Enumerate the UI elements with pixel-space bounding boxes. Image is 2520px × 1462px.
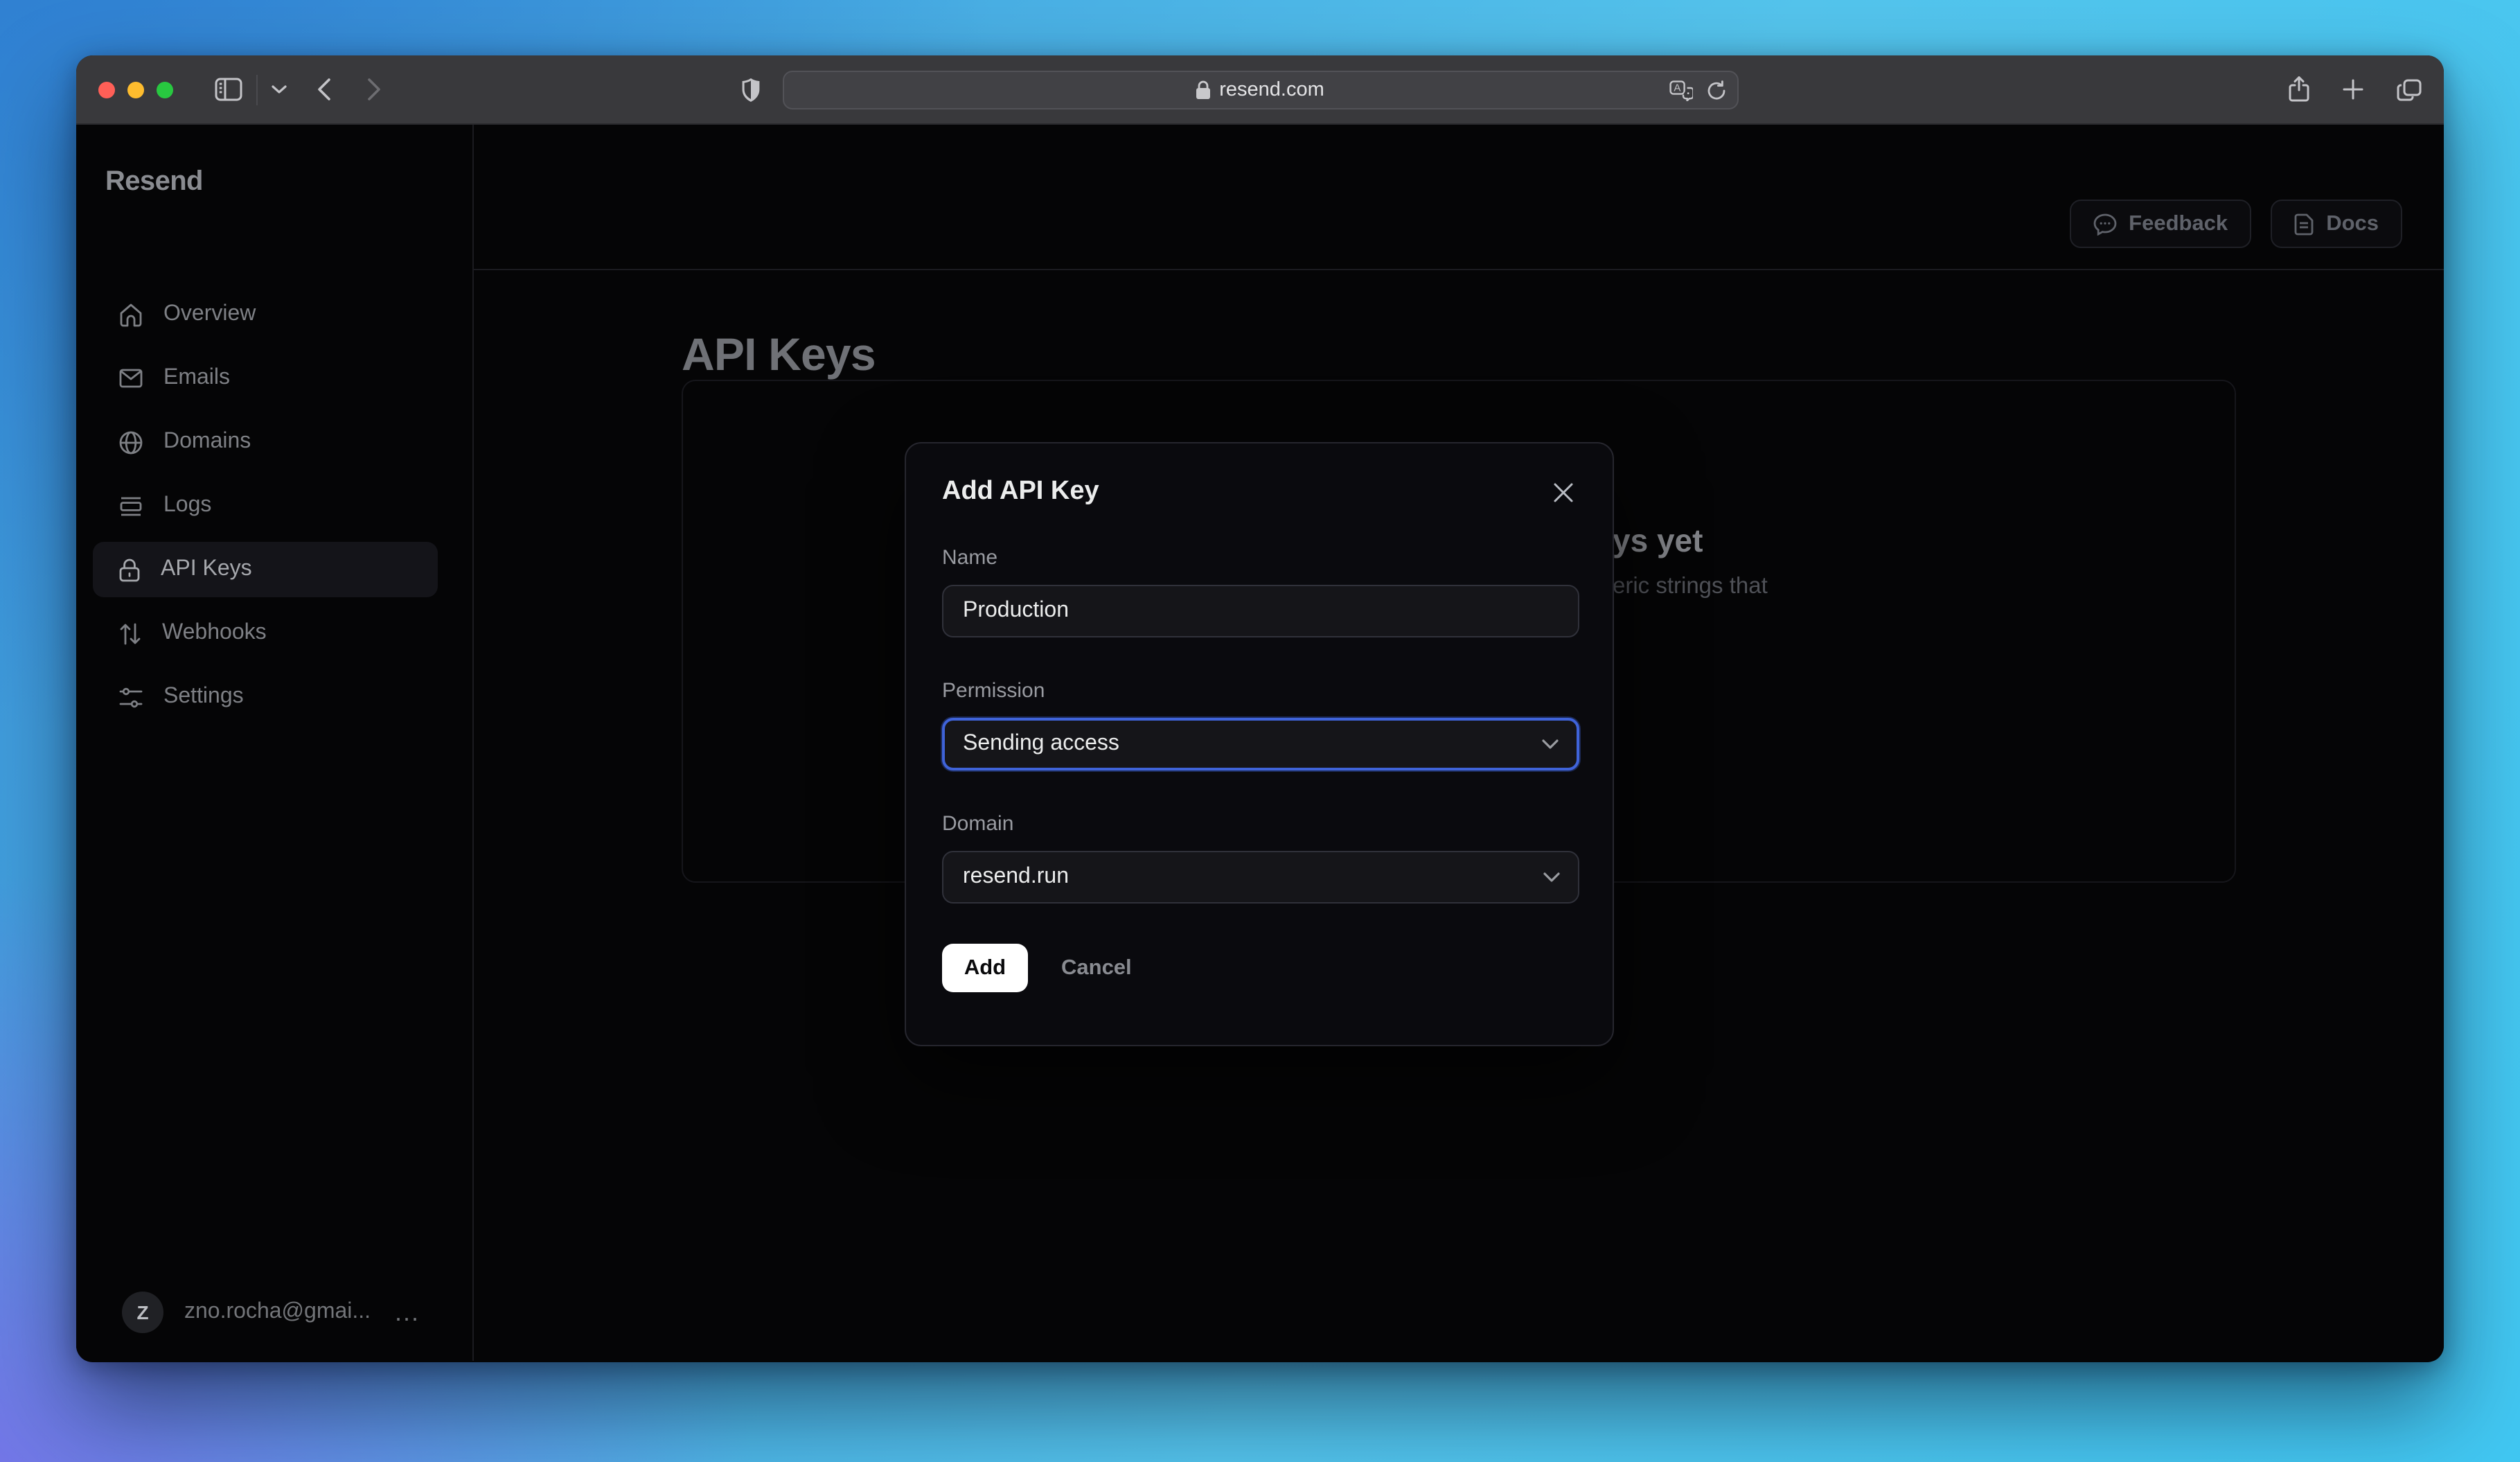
lock-icon xyxy=(119,558,140,581)
sidebar-item-domains[interactable]: Domains xyxy=(93,414,438,470)
sidebar-item-label: Settings xyxy=(163,685,244,708)
docs-label: Docs xyxy=(2326,211,2379,235)
url-text: resend.com xyxy=(1219,79,1324,101)
minimize-window-button[interactable] xyxy=(127,81,144,98)
feedback-button[interactable]: Feedback xyxy=(2069,200,2252,248)
permission-label: Permission xyxy=(942,679,1045,703)
add-button[interactable]: Add xyxy=(942,944,1028,992)
avatar: Z xyxy=(122,1292,163,1333)
page-title: API Keys xyxy=(682,328,876,380)
sidebar-item-api-keys[interactable]: API Keys xyxy=(93,542,438,597)
settings-icon xyxy=(119,687,143,707)
more-options-icon[interactable]: ... xyxy=(395,1300,420,1325)
empty-state-heading-fragment: ys yet xyxy=(1613,522,1703,558)
permission-select[interactable]: Sending access xyxy=(942,718,1579,770)
browser-window: resend.com A Resend Overview Emails Doma… xyxy=(76,55,2444,1362)
lock-icon xyxy=(1196,80,1211,100)
domain-select-value: resend.run xyxy=(963,865,1069,888)
forward-icon[interactable] xyxy=(367,78,381,101)
close-icon[interactable] xyxy=(1550,479,1577,505)
domain-select[interactable]: resend.run xyxy=(942,851,1579,904)
name-label: Name xyxy=(942,546,998,570)
sidebar-toggle-icon[interactable] xyxy=(215,78,242,101)
reload-icon[interactable] xyxy=(1706,80,1725,100)
chevron-down-icon xyxy=(1543,872,1560,883)
share-icon[interactable] xyxy=(2289,76,2309,103)
address-bar[interactable]: resend.com A xyxy=(782,71,1738,109)
sidebar-item-label: Overview xyxy=(163,302,256,326)
sidebar-item-label: API Keys xyxy=(161,557,252,581)
back-icon[interactable] xyxy=(317,78,331,101)
chevron-down-icon[interactable] xyxy=(272,85,287,94)
sidebar-nav: Overview Emails Domains Logs API Keys We… xyxy=(76,287,472,733)
sidebar-item-overview[interactable]: Overview xyxy=(93,287,438,342)
app-content: Resend Overview Emails Domains Logs API … xyxy=(76,125,2444,1361)
domain-label: Domain xyxy=(942,812,1014,836)
name-input[interactable]: Production xyxy=(942,585,1579,637)
resend-logo: Resend xyxy=(105,166,204,197)
sidebar-item-webhooks[interactable]: Webhooks xyxy=(93,606,438,661)
add-api-key-modal: Add API Key Name Production Permission S… xyxy=(905,442,1614,1046)
desktop-background: resend.com A Resend Overview Emails Doma… xyxy=(0,0,2520,1462)
modal-title: Add API Key xyxy=(942,477,1099,506)
account-email: zno.rocha@gmai... xyxy=(184,1300,371,1323)
traffic-lights xyxy=(98,81,173,98)
toolbar-separator xyxy=(256,74,258,105)
sidebar: Resend Overview Emails Domains Logs API … xyxy=(76,125,474,1361)
account-row[interactable]: Z zno.rocha@gmai... ... xyxy=(76,1292,472,1333)
chevron-down-icon xyxy=(1542,739,1559,750)
docs-file-icon xyxy=(2294,213,2314,235)
svg-text:A: A xyxy=(1673,82,1680,94)
privacy-shield-icon[interactable] xyxy=(740,77,760,102)
feedback-label: Feedback xyxy=(2129,211,2228,235)
sidebar-item-emails[interactable]: Emails xyxy=(93,351,438,406)
sidebar-item-label: Domains xyxy=(163,430,251,453)
feedback-bubble-icon xyxy=(2093,213,2116,235)
sidebar-item-logs[interactable]: Logs xyxy=(93,478,438,534)
empty-state-body-fragment: eric strings that xyxy=(1613,574,1768,599)
tab-overview-icon[interactable] xyxy=(2397,78,2422,100)
docs-button[interactable]: Docs xyxy=(2271,200,2402,248)
sidebar-item-label: Emails xyxy=(163,366,231,389)
name-input-value: Production xyxy=(963,599,1069,622)
zoom-window-button[interactable] xyxy=(157,81,173,98)
close-window-button[interactable] xyxy=(98,81,115,98)
browser-toolbar: resend.com A xyxy=(76,55,2444,125)
cancel-button[interactable]: Cancel xyxy=(1061,955,1132,980)
sidebar-item-settings[interactable]: Settings xyxy=(93,669,438,725)
home-icon xyxy=(119,303,143,326)
permission-select-value: Sending access xyxy=(963,732,1119,755)
sidebar-item-label: Logs xyxy=(163,493,212,517)
new-tab-icon[interactable] xyxy=(2343,79,2363,100)
logs-icon xyxy=(119,495,143,516)
globe-icon xyxy=(119,430,143,454)
translate-icon[interactable]: A xyxy=(1669,80,1692,100)
webhooks-icon xyxy=(119,622,141,645)
sidebar-item-label: Webhooks xyxy=(162,621,267,644)
page-header: Feedback Docs xyxy=(474,125,2444,270)
mail-icon xyxy=(119,369,143,388)
